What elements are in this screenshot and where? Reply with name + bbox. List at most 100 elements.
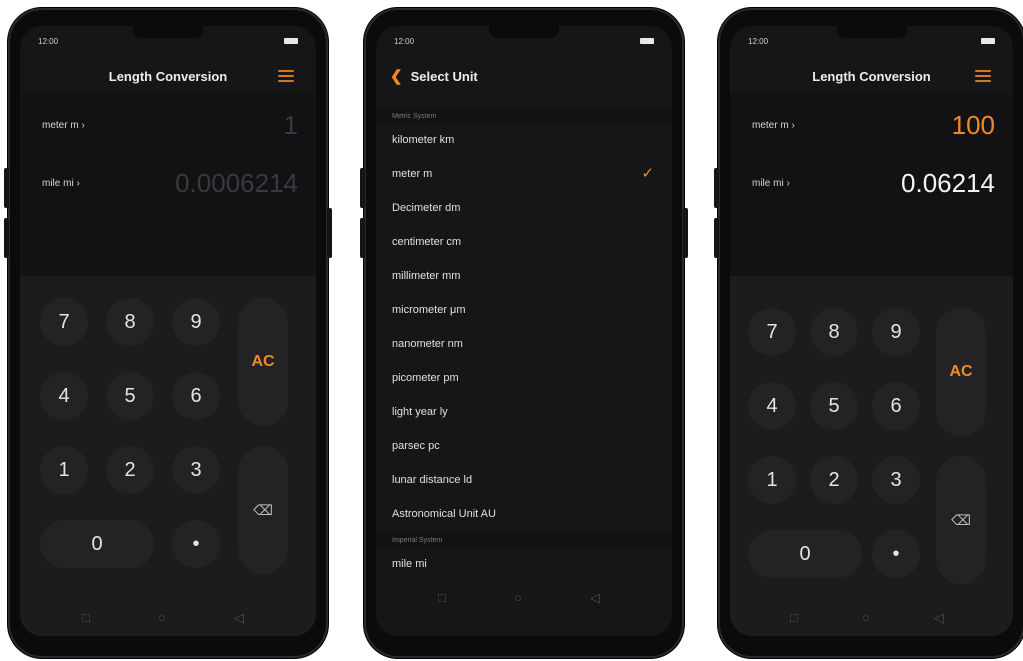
volume-button xyxy=(4,218,9,258)
key-0[interactable]: 0 xyxy=(748,530,862,578)
unit-item-parsec[interactable]: parsec pc xyxy=(376,430,672,464)
unit-item-micrometer[interactable]: micrometer μm xyxy=(376,294,672,328)
status-bar: 12:00 xyxy=(376,26,672,52)
to-unit-row[interactable]: mile mi › 0.0006214 xyxy=(20,164,316,204)
key-7[interactable]: 7 xyxy=(748,308,796,356)
key-9[interactable]: 9 xyxy=(172,298,220,346)
key-1[interactable]: 1 xyxy=(40,446,88,494)
from-unit-row[interactable]: meter m › 1 xyxy=(20,106,316,146)
title-bar: Length Conversion xyxy=(20,60,316,94)
volume-button xyxy=(714,218,719,258)
backspace-button[interactable]: ⌫ xyxy=(238,446,288,574)
converter-screen: 12:00 Length Conversion meter m › 100 mi… xyxy=(730,26,1013,636)
phone-frame-middle: 12:00 ❮ Select Unit Metric System kilomet… xyxy=(360,8,688,658)
from-value: 1 xyxy=(283,110,298,140)
unit-item-astronomical-unit[interactable]: Astronomical Unit AU xyxy=(376,498,672,532)
recent-apps-icon[interactable]: □ xyxy=(82,610,90,625)
key-5[interactable]: 5 xyxy=(810,382,858,430)
result-area: meter m › 100 mile mi › 0.06214 xyxy=(730,94,1013,276)
from-unit-row[interactable]: meter m › 100 xyxy=(730,106,1013,146)
page-title: Length Conversion xyxy=(812,69,931,84)
key-6[interactable]: 6 xyxy=(172,372,220,420)
unit-item-millimeter[interactable]: millimeter mm xyxy=(376,260,672,294)
key-decimal[interactable]: • xyxy=(872,530,920,578)
unit-item-meter[interactable]: meter m ✓ xyxy=(376,158,672,192)
home-icon[interactable]: ○ xyxy=(862,610,870,625)
to-value: 0.0006214 xyxy=(175,168,298,198)
key-1[interactable]: 1 xyxy=(748,456,796,504)
unit-item-centimeter[interactable]: centimeter cm xyxy=(376,226,672,260)
checkmark-icon: ✓ xyxy=(641,165,654,182)
status-time: 12:00 xyxy=(748,37,769,46)
menu-icon[interactable] xyxy=(278,70,294,83)
to-unit-row[interactable]: mile mi › 0.06214 xyxy=(730,164,1013,204)
volume-button xyxy=(4,168,9,208)
key-4[interactable]: 4 xyxy=(748,382,796,430)
key-7[interactable]: 7 xyxy=(40,298,88,346)
unit-item-picometer[interactable]: picometer pm xyxy=(376,362,672,396)
home-icon[interactable]: ○ xyxy=(158,610,166,625)
clear-button[interactable]: AC xyxy=(936,308,986,436)
unit-item-decimeter[interactable]: Decimeter dm xyxy=(376,192,672,226)
key-6[interactable]: 6 xyxy=(872,382,920,430)
volume-button xyxy=(360,218,365,258)
key-0[interactable]: 0 xyxy=(40,520,154,568)
battery-icon xyxy=(284,38,298,44)
chevron-right-icon: › xyxy=(76,178,80,189)
phone-frame-left: 12:00 Length Conversion meter m › 1 mile… xyxy=(4,8,332,658)
battery-icon xyxy=(640,38,654,44)
unit-item-light-year[interactable]: light year ly xyxy=(376,396,672,430)
result-area: meter m › 1 mile mi › 0.0006214 xyxy=(20,94,316,276)
clear-button[interactable]: AC xyxy=(238,298,288,426)
converter-screen: 12:00 Length Conversion meter m › 1 mile… xyxy=(20,26,316,636)
back-icon[interactable]: ◁ xyxy=(234,610,244,626)
back-icon[interactable]: ◁ xyxy=(590,590,600,606)
chevron-right-icon: › xyxy=(786,178,790,189)
battery-icon xyxy=(981,38,995,44)
keypad: 7 8 9 AC 4 5 6 1 2 3 ⌫ 0 • □ ○ ◁ xyxy=(20,276,316,636)
recent-apps-icon[interactable]: □ xyxy=(790,610,798,625)
recent-apps-icon[interactable]: □ xyxy=(438,590,446,605)
status-time: 12:00 xyxy=(38,37,59,46)
from-value: 100 xyxy=(951,110,995,140)
key-8[interactable]: 8 xyxy=(810,308,858,356)
from-unit-selector[interactable]: meter m › xyxy=(752,120,795,131)
unit-item-mile[interactable]: mile mi xyxy=(376,548,672,582)
unit-item-nanometer[interactable]: nanometer nm xyxy=(376,328,672,362)
key-9[interactable]: 9 xyxy=(872,308,920,356)
key-8[interactable]: 8 xyxy=(106,298,154,346)
volume-button xyxy=(360,168,365,208)
volume-button xyxy=(714,168,719,208)
back-arrow-icon[interactable]: ❮ xyxy=(390,68,403,85)
key-5[interactable]: 5 xyxy=(106,372,154,420)
home-icon[interactable]: ○ xyxy=(514,590,522,605)
key-2[interactable]: 2 xyxy=(106,446,154,494)
unit-item-kilometer[interactable]: kilometer km xyxy=(376,124,672,158)
back-icon[interactable]: ◁ xyxy=(934,610,944,626)
power-button xyxy=(683,208,688,258)
select-unit-screen: 12:00 ❮ Select Unit Metric System kilomet… xyxy=(376,26,672,636)
page-title: Select Unit xyxy=(410,69,478,84)
notch xyxy=(836,26,907,38)
nav-bar: □ ○ ◁ xyxy=(730,600,1013,636)
key-3[interactable]: 3 xyxy=(872,456,920,504)
to-unit-selector[interactable]: mile mi › xyxy=(42,178,80,189)
to-value: 0.06214 xyxy=(901,168,995,198)
key-2[interactable]: 2 xyxy=(810,456,858,504)
notch xyxy=(489,26,559,38)
nav-bar: □ ○ ◁ xyxy=(376,580,672,616)
title-bar: Length Conversion xyxy=(730,60,1013,94)
from-unit-selector[interactable]: meter m › xyxy=(42,120,85,131)
status-bar: 12:00 xyxy=(20,26,316,52)
menu-icon[interactable] xyxy=(975,70,991,83)
keypad: 7 8 9 AC 4 5 6 1 2 3 ⌫ 0 • □ ○ ◁ xyxy=(730,276,1013,636)
backspace-button[interactable]: ⌫ xyxy=(936,456,986,584)
chevron-right-icon: › xyxy=(81,120,85,131)
key-4[interactable]: 4 xyxy=(40,372,88,420)
status-time: 12:00 xyxy=(394,37,415,46)
unit-item-lunar-distance[interactable]: lunar distance ld xyxy=(376,464,672,498)
to-unit-selector[interactable]: mile mi › xyxy=(752,178,790,189)
notch xyxy=(133,26,203,38)
key-decimal[interactable]: • xyxy=(172,520,220,568)
key-3[interactable]: 3 xyxy=(172,446,220,494)
